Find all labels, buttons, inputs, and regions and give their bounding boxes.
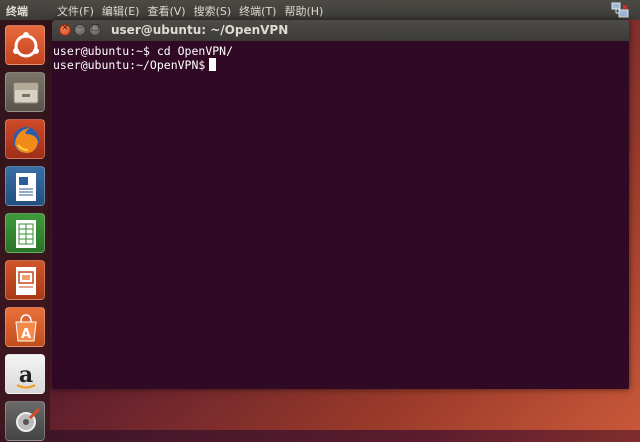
system-settings-icon[interactable] xyxy=(5,401,45,441)
libreoffice-impress-icon[interactable] xyxy=(5,260,45,300)
network-indicator-icon[interactable] xyxy=(611,2,629,18)
libreoffice-writer-icon[interactable] xyxy=(5,166,45,206)
terminal-prompt-line: user@ubuntu:~/OpenVPN$ xyxy=(53,58,217,72)
top-panel: 终端 文件(F) 编辑(E) 查看(V) 搜索(S) 终端(T) 帮助(H) xyxy=(0,0,640,20)
software-center-icon[interactable]: A xyxy=(5,307,45,347)
menu-search[interactable]: 搜索(S) xyxy=(194,3,232,19)
firefox-icon[interactable] xyxy=(5,119,45,159)
maximize-icon: □ xyxy=(90,23,100,33)
svg-text:A: A xyxy=(21,327,31,342)
app-title: 终端 xyxy=(6,5,28,18)
terminal-prompt: user@ubuntu:~/OpenVPN$ xyxy=(53,58,206,72)
minimize-button[interactable]: – xyxy=(74,23,86,36)
menu-bar: 文件(F) 编辑(E) 查看(V) 搜索(S) 终端(T) 帮助(H) xyxy=(57,3,331,19)
menu-help[interactable]: 帮助(H) xyxy=(284,3,323,19)
svg-text:a: a xyxy=(19,362,33,388)
menu-edit[interactable]: 编辑(E) xyxy=(102,3,140,19)
libreoffice-calc-icon[interactable] xyxy=(5,213,45,253)
close-button[interactable]: × xyxy=(59,23,71,36)
menu-file[interactable]: 文件(F) xyxy=(57,3,94,19)
terminal-output[interactable]: user@ubuntu:~$ cd OpenVPN/ user@ubuntu:~… xyxy=(52,41,629,389)
window-titlebar[interactable]: × – □ user@ubuntu: ~/OpenVPN xyxy=(52,20,629,41)
close-icon: × xyxy=(61,23,69,33)
amazon-icon[interactable]: a xyxy=(5,354,45,394)
terminal-line-text: user@ubuntu:~$ cd OpenVPN/ xyxy=(53,44,234,58)
maximize-button[interactable]: □ xyxy=(89,23,101,36)
menu-terminal[interactable]: 终端(T) xyxy=(239,3,276,19)
terminal-window: × – □ user@ubuntu: ~/OpenVPN user@ubuntu… xyxy=(52,20,629,389)
window-title: user@ubuntu: ~/OpenVPN xyxy=(111,23,289,37)
terminal-line: user@ubuntu:~$ cd OpenVPN/ xyxy=(53,44,233,58)
minimize-icon: – xyxy=(77,23,83,33)
terminal-cursor xyxy=(209,58,217,71)
menu-view[interactable]: 查看(V) xyxy=(147,3,185,19)
launcher: A a xyxy=(0,20,50,441)
files-icon[interactable] xyxy=(5,72,45,112)
ubuntu-dash-icon[interactable] xyxy=(5,25,45,65)
